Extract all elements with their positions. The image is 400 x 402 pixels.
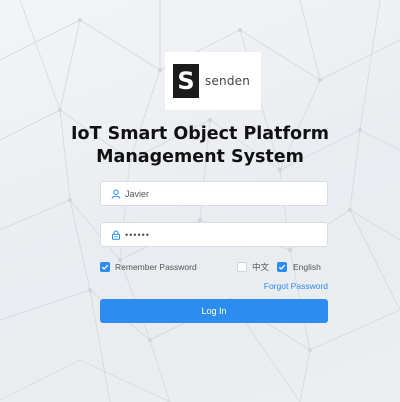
remember-password-label: Remember Password xyxy=(115,262,197,272)
logo-text: senden xyxy=(205,74,251,88)
page-title-line-2: Management System xyxy=(96,147,304,167)
user-icon xyxy=(110,188,122,200)
remember-password-checkbox[interactable] xyxy=(100,262,110,272)
check-icon xyxy=(101,264,109,270)
brand-logo: S senden xyxy=(165,52,261,110)
lock-icon xyxy=(110,229,122,241)
password-field[interactable] xyxy=(100,222,328,247)
page-title-line-1: IoT Smart Object Platform xyxy=(71,124,329,144)
language-chinese-checkbox[interactable] xyxy=(237,262,247,272)
language-english-label: English xyxy=(293,262,321,272)
username-field[interactable] xyxy=(100,181,328,206)
language-chinese-label: 中文 xyxy=(252,262,270,272)
username-input[interactable] xyxy=(125,188,315,199)
language-english-checkbox[interactable] xyxy=(277,262,287,272)
login-button[interactable]: Log In xyxy=(100,299,328,323)
forgot-password-link[interactable]: Forgot Password xyxy=(260,281,328,292)
logo-mark: S xyxy=(173,64,199,98)
login-options-row: Remember Password 中文 English xyxy=(100,262,328,274)
check-icon xyxy=(278,264,286,270)
password-input[interactable] xyxy=(125,229,315,240)
